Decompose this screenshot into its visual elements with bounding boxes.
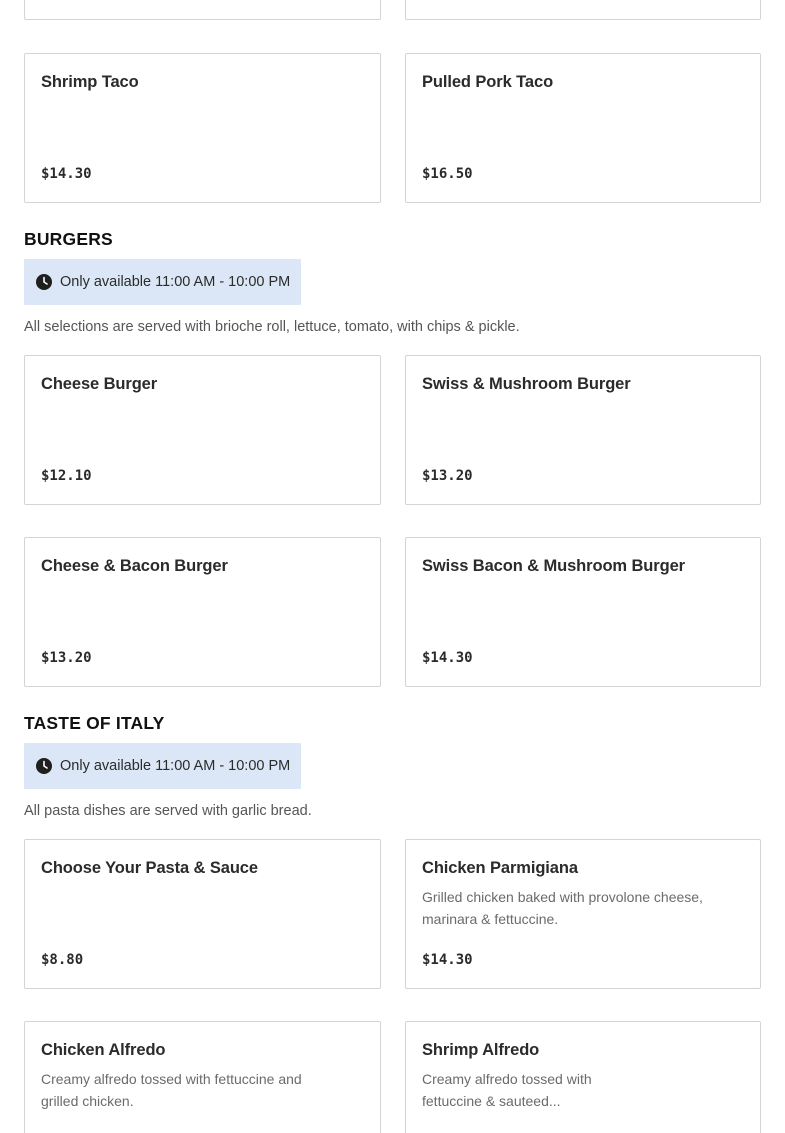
menu-item-name: Chicken Alfredo <box>41 1041 166 1059</box>
availability-text: Only available 11:00 AM - 10:00 PM <box>60 758 291 774</box>
menu-item-card[interactable]: Cheese & Bacon Burger $13.20 <box>24 537 381 687</box>
menu-item-card[interactable]: Swiss & Mushroom Burger $13.20 <box>405 355 761 505</box>
menu-item-card-partial[interactable] <box>24 0 381 20</box>
menu-item-name: Shrimp Alfredo <box>422 1041 540 1059</box>
section-title-taste-of-italy: TASTE OF ITALY <box>24 713 165 733</box>
menu-item-name: Swiss & Mushroom Burger <box>422 375 631 393</box>
menu-item-price: $14.30 <box>422 952 473 968</box>
section-title-burgers: BURGERS <box>24 229 113 249</box>
menu-item-price: $14.30 <box>41 166 92 182</box>
menu-item-price: $14.30 <box>422 650 473 666</box>
menu-item-description: Creamy alfredo tossed with fettuccine & … <box>422 1071 592 1109</box>
availability-badge: Only available 11:00 AM - 10:00 PM <box>24 743 301 789</box>
menu-item-name: Chicken Parmigiana <box>422 859 578 877</box>
menu-item-price: $13.20 <box>422 468 473 484</box>
menu-item-card[interactable]: Shrimp Taco $14.30 <box>24 53 381 203</box>
menu-item-card[interactable]: Choose Your Pasta & Sauce $8.80 <box>24 839 381 989</box>
section-note: All selections are served with brioche r… <box>24 319 520 335</box>
menu-item-price: $16.50 <box>422 166 473 182</box>
menu-item-name: Cheese & Bacon Burger <box>41 557 228 575</box>
clock-icon <box>36 274 52 290</box>
menu-item-name: Choose Your Pasta & Sauce <box>41 859 258 877</box>
menu-item-name: Cheese Burger <box>41 375 158 393</box>
menu-item-card[interactable]: Chicken Parmigiana Grilled chicken baked… <box>405 839 761 989</box>
menu-item-card-partial[interactable] <box>405 0 761 20</box>
menu-item-card[interactable]: Swiss Bacon & Mushroom Burger $14.30 <box>405 537 761 687</box>
menu-item-price: $13.20 <box>41 650 92 666</box>
clock-icon <box>36 758 52 774</box>
menu-item-price: $12.10 <box>41 468 92 484</box>
menu-item-card[interactable]: Cheese Burger $12.10 <box>24 355 381 505</box>
menu-item-card[interactable]: Pulled Pork Taco $16.50 <box>405 53 761 203</box>
menu-item-description: Grilled chicken baked with provolone che… <box>422 889 703 927</box>
menu-item-price: $8.80 <box>41 952 84 968</box>
menu-page: Shrimp Taco $14.30 Pulled Pork Taco $16.… <box>0 0 785 1133</box>
menu-item-card[interactable]: Shrimp Alfredo Creamy alfredo tossed wit… <box>405 1021 761 1133</box>
menu-item-card[interactable]: Chicken Alfredo Creamy alfredo tossed wi… <box>24 1021 381 1133</box>
menu-item-name: Pulled Pork Taco <box>422 73 554 91</box>
section-note: All pasta dishes are served with garlic … <box>24 803 312 819</box>
menu-item-name: Shrimp Taco <box>41 73 139 91</box>
availability-badge: Only available 11:00 AM - 10:00 PM <box>24 259 301 305</box>
availability-text: Only available 11:00 AM - 10:00 PM <box>60 274 291 290</box>
menu-item-description: Creamy alfredo tossed with fettuccine an… <box>41 1071 302 1109</box>
menu-item-name: Swiss Bacon & Mushroom Burger <box>422 557 685 575</box>
